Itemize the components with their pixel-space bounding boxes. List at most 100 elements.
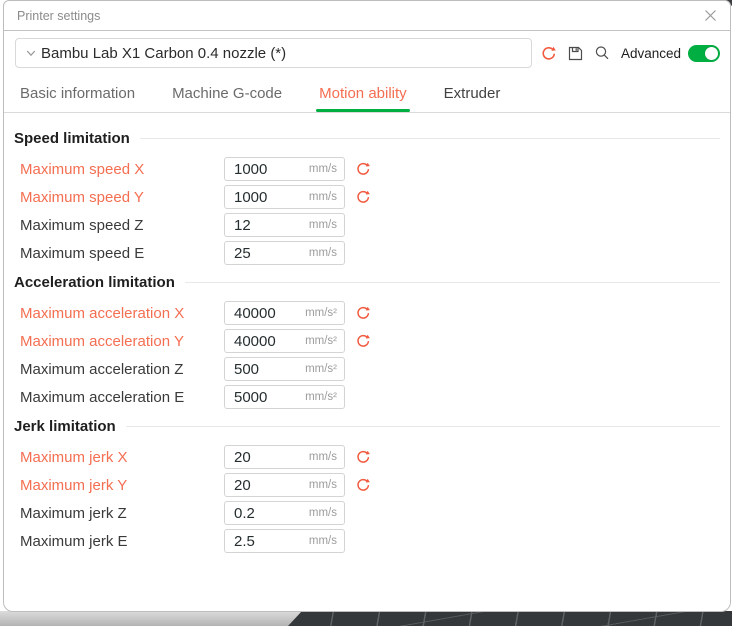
row-max-jerk-e: Maximum jerk E mm/s — [20, 529, 720, 553]
max-acceleration-x-input[interactable] — [225, 305, 297, 322]
advanced-mode-label: Advanced — [621, 46, 681, 61]
search-button[interactable] — [592, 42, 613, 64]
setting-label: Maximum jerk Y — [20, 477, 224, 494]
selected-preset-label: Bambu Lab X1 Carbon 0.4 nozzle (*) — [41, 45, 286, 62]
reset-value-button[interactable] — [354, 448, 372, 466]
row-max-speed-x: Maximum speed X mm/s — [20, 157, 720, 181]
max-acceleration-y-input[interactable] — [225, 333, 297, 350]
setting-label: Maximum acceleration X — [20, 305, 224, 322]
row-max-jerk-x: Maximum jerk X mm/s — [20, 445, 720, 469]
reset-icon — [355, 333, 371, 349]
reset-icon — [355, 477, 371, 493]
reset-value-button[interactable] — [354, 332, 372, 350]
unit-label: mm/s — [309, 163, 344, 175]
max-speed-e-input[interactable] — [225, 245, 297, 262]
unit-label: mm/s² — [305, 307, 344, 319]
toggle-knob — [705, 47, 718, 60]
unit-label: mm/s — [309, 219, 344, 231]
unit-label: mm/s — [309, 507, 344, 519]
reset-value-button[interactable] — [354, 160, 372, 178]
reset-icon — [355, 161, 371, 177]
row-max-speed-z: Maximum speed Z mm/s — [20, 213, 720, 237]
row-max-speed-e: Maximum speed E mm/s — [20, 241, 720, 265]
settings-content: Speed limitation Maximum speed X mm/s Ma… — [4, 113, 730, 611]
dialog-title: Printer settings — [17, 9, 100, 23]
reset-icon — [355, 449, 371, 465]
tab-extruder[interactable]: Extruder — [444, 85, 501, 112]
unit-label: mm/s — [309, 247, 344, 259]
close-icon — [704, 9, 717, 22]
section-title: Jerk limitation — [14, 418, 116, 435]
value-field: mm/s — [224, 157, 345, 181]
reset-icon — [355, 305, 371, 321]
setting-label: Maximum speed Z — [20, 217, 224, 234]
save-icon — [567, 45, 584, 62]
value-field: mm/s — [224, 445, 345, 469]
row-max-jerk-y: Maximum jerk Y mm/s — [20, 473, 720, 497]
value-field: mm/s — [224, 241, 345, 265]
max-speed-z-input[interactable] — [225, 217, 297, 234]
max-jerk-e-input[interactable] — [225, 533, 297, 550]
max-jerk-y-input[interactable] — [225, 477, 297, 494]
chevron-down-icon — [24, 46, 38, 60]
unit-label: mm/s — [309, 535, 344, 547]
tab-motion-ability[interactable]: Motion ability — [319, 85, 407, 112]
unit-label: mm/s² — [305, 335, 344, 347]
row-max-acceleration-z: Maximum acceleration Z mm/s² — [20, 357, 720, 381]
search-icon — [593, 44, 611, 62]
unit-label: mm/s — [309, 479, 344, 491]
tab-machine-gcode[interactable]: Machine G-code — [172, 85, 282, 112]
dialog-titlebar: Printer settings — [4, 1, 730, 31]
value-field: mm/s² — [224, 329, 345, 353]
unit-label: mm/s² — [305, 363, 344, 375]
section-divider — [126, 426, 720, 427]
max-speed-y-input[interactable] — [225, 189, 297, 206]
reset-icon — [540, 45, 557, 62]
advanced-mode-toggle[interactable] — [688, 45, 720, 62]
value-field: mm/s² — [224, 357, 345, 381]
tab-basic-information[interactable]: Basic information — [20, 85, 135, 112]
value-field: mm/s — [224, 185, 345, 209]
setting-label: Maximum acceleration Y — [20, 333, 224, 350]
setting-label: Maximum speed Y — [20, 189, 224, 206]
unit-label: mm/s — [309, 451, 344, 463]
value-field: mm/s — [224, 213, 345, 237]
row-max-acceleration-x: Maximum acceleration X mm/s² — [20, 301, 720, 325]
setting-label: Maximum speed X — [20, 161, 224, 178]
section-title: Speed limitation — [14, 130, 130, 147]
value-field: mm/s — [224, 501, 345, 525]
max-acceleration-e-input[interactable] — [225, 389, 297, 406]
section-jerk-limitation: Jerk limitation Maximum jerk X mm/s Maxi… — [14, 415, 720, 553]
setting-label: Maximum jerk E — [20, 533, 224, 550]
value-field: mm/s — [224, 529, 345, 553]
setting-label: Maximum speed E — [20, 245, 224, 262]
reset-value-button[interactable] — [354, 476, 372, 494]
reset-preset-button[interactable] — [538, 42, 559, 64]
printer-settings-dialog: Printer settings Bambu Lab X1 Carbon 0.4… — [3, 0, 731, 612]
preset-bar: Bambu Lab X1 Carbon 0.4 nozzle (*) Advan… — [4, 31, 730, 75]
close-button[interactable] — [700, 6, 720, 26]
max-jerk-x-input[interactable] — [225, 449, 297, 466]
section-divider — [185, 282, 720, 283]
section-divider — [140, 138, 720, 139]
row-max-acceleration-e: Maximum acceleration E mm/s² — [20, 385, 720, 409]
max-speed-x-input[interactable] — [225, 161, 297, 178]
value-field: mm/s² — [224, 301, 345, 325]
max-acceleration-z-input[interactable] — [225, 361, 297, 378]
setting-label: Maximum acceleration Z — [20, 361, 224, 378]
section-acceleration-limitation: Acceleration limitation Maximum accelera… — [14, 271, 720, 409]
reset-value-button[interactable] — [354, 304, 372, 322]
row-max-speed-y: Maximum speed Y mm/s — [20, 185, 720, 209]
setting-label: Maximum jerk Z — [20, 505, 224, 522]
setting-label: Maximum acceleration E — [20, 389, 224, 406]
save-preset-button[interactable] — [565, 42, 586, 64]
settings-tabs: Basic information Machine G-code Motion … — [4, 75, 730, 113]
setting-label: Maximum jerk X — [20, 449, 224, 466]
max-jerk-z-input[interactable] — [225, 505, 297, 522]
unit-label: mm/s² — [305, 391, 344, 403]
reset-icon — [355, 189, 371, 205]
reset-value-button[interactable] — [354, 188, 372, 206]
value-field: mm/s — [224, 473, 345, 497]
unit-label: mm/s — [309, 191, 344, 203]
printer-preset-select[interactable]: Bambu Lab X1 Carbon 0.4 nozzle (*) — [15, 38, 532, 68]
